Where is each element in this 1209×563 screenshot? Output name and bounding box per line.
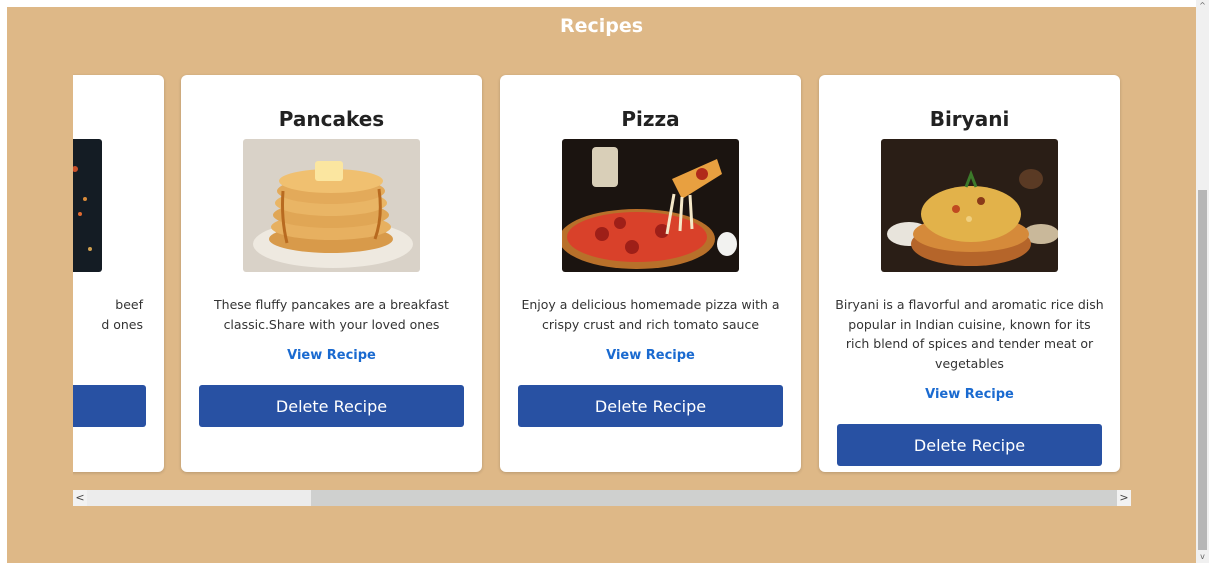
- recipe-description: Biryani is a flavorful and aromatic rice…: [831, 295, 1108, 373]
- recipe-image-pizza: [562, 139, 739, 272]
- biryani-image: [881, 139, 1058, 272]
- delete-recipe-button[interactable]: Delete Recipe: [518, 385, 783, 427]
- desc-line: crispy crust and rich tomato sauce: [541, 316, 760, 332]
- pizza-image: [562, 139, 739, 272]
- dark-food-image: [73, 139, 102, 272]
- delete-recipe-button[interactable]: Delete Recipe: [837, 424, 1102, 466]
- scrollbar-track[interactable]: [87, 490, 311, 506]
- desc-line: vegetables: [935, 355, 1004, 371]
- view-recipe-link[interactable]: View Recipe: [500, 348, 801, 363]
- recipe-description-partial: beef d ones: [73, 295, 143, 334]
- recipe-card-partial: beef d ones: [73, 75, 164, 472]
- pancakes-image: [243, 139, 420, 272]
- recipe-description: Enjoy a delicious homemade pizza with a …: [512, 295, 789, 334]
- scroll-down-arrow-icon[interactable]: v: [1196, 551, 1209, 563]
- recipe-image-partial: [73, 139, 102, 272]
- horizontal-scrollbar[interactable]: < >: [73, 490, 1131, 506]
- delete-recipe-button[interactable]: Delete Recipe: [199, 385, 464, 427]
- recipe-title: Pancakes: [278, 107, 385, 131]
- recipe-title: Pizza: [621, 107, 680, 131]
- scroll-up-arrow-icon[interactable]: ^: [1196, 0, 1209, 12]
- recipe-card-biryani: Biryani Biryani is a flavorful and aroma…: [819, 75, 1120, 472]
- page-title: Recipes: [559, 15, 644, 37]
- desc-line: rich blend of spices and tender meat or: [845, 336, 1094, 351]
- recipe-image-biryani: [881, 139, 1058, 272]
- recipe-image-pancakes: [243, 139, 420, 272]
- scroll-right-arrow-icon[interactable]: >: [1117, 490, 1131, 506]
- recipes-panel: Recipes beef d ones Pancakes These fluff…: [7, 7, 1196, 563]
- view-recipe-link[interactable]: View Recipe: [181, 348, 482, 363]
- scroll-left-arrow-icon[interactable]: <: [73, 490, 87, 506]
- desc-line: classic.Share with your loved ones: [223, 316, 440, 332]
- recipe-title: Biryani: [929, 107, 1010, 131]
- desc-line: These fluffy pancakes are a breakfast: [214, 297, 449, 312]
- recipe-card-pancakes: Pancakes These fluffy pancakes are a bre…: [181, 75, 482, 472]
- view-recipe-link[interactable]: View Recipe: [819, 387, 1120, 402]
- desc-line: beef: [115, 297, 143, 312]
- recipe-description: These fluffy pancakes are a breakfast cl…: [193, 295, 470, 334]
- recipe-carousel[interactable]: beef d ones Pancakes These fluffy pancak…: [73, 72, 1131, 482]
- desc-line: d ones: [101, 316, 143, 332]
- desc-line: popular in Indian cuisine, known for its: [848, 316, 1091, 332]
- scrollbar-thumb[interactable]: [1198, 190, 1207, 550]
- recipe-card-pizza: Pizza Enjoy a delicious homemade pizza w…: [500, 75, 801, 472]
- delete-recipe-button-partial[interactable]: [73, 385, 146, 427]
- desc-line: Biryani is a flavorful and aromatic rice…: [835, 297, 1104, 312]
- desc-line: Enjoy a delicious homemade pizza with a: [521, 297, 780, 312]
- vertical-scrollbar[interactable]: ^ v: [1196, 0, 1209, 563]
